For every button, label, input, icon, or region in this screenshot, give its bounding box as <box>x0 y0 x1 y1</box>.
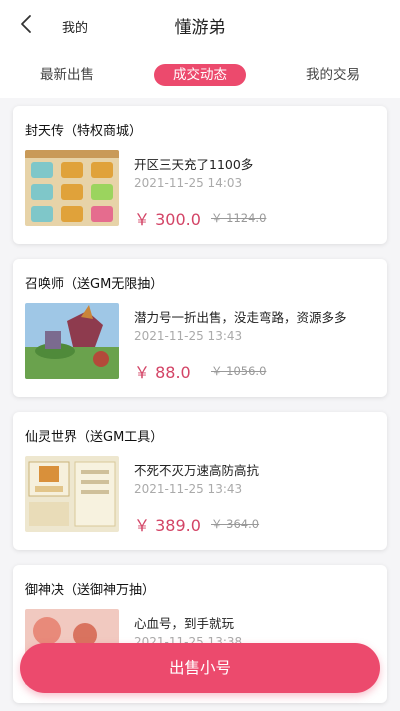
item-time: 2021-11-25 13:43 <box>134 329 243 343</box>
item-description: 开区三天充了1100多 <box>134 157 254 172</box>
item-title: 召唤师（送GM无限抽） <box>25 277 164 292</box>
item-price: ￥ 389.0 <box>134 516 201 535</box>
item-price: ￥ 88.0 <box>134 363 191 382</box>
list-item[interactable]: 仙灵世界（送GM工具） 不死不灭万速高防高抗 2021-11-25 13:43 … <box>13 412 387 550</box>
item-title: 御神决（送御神万抽） <box>25 583 156 598</box>
tab-bar: 最新出售 成交动态 我的交易 <box>0 50 400 98</box>
sell-account-button[interactable]: 出售小号 <box>20 643 380 693</box>
item-description: 潜力号一折出售，没走弯路，资源多多 <box>134 310 347 325</box>
item-description: 心血号，到手就玩 <box>134 616 235 631</box>
item-time: 2021-11-25 13:43 <box>134 482 243 496</box>
item-thumbnail <box>25 456 119 532</box>
item-original-price: ￥ 364.0 <box>211 517 260 531</box>
page-title: 懂游弟 <box>174 18 226 38</box>
tab-deal-updates[interactable]: 成交动态 <box>154 64 246 86</box>
header-bar: 我的 懂游弟 <box>0 0 400 50</box>
item-thumbnail <box>25 150 119 226</box>
list-item[interactable]: 封天传（特权商城） 开区三天充了1100多 2021-11-25 14:03 ￥… <box>13 106 387 244</box>
tab-latest-sale[interactable]: 最新出售 <box>36 64 98 86</box>
tab-my-trades[interactable]: 我的交易 <box>302 64 364 86</box>
item-title: 封天传（特权商城） <box>25 124 143 139</box>
list-item[interactable]: 召唤师（送GM无限抽） 潜力号一折出售，没走弯路，资源多多 2021-11-25… <box>13 259 387 397</box>
item-price: ￥ 300.0 <box>134 210 201 229</box>
item-description: 不死不灭万速高防高抗 <box>134 463 260 478</box>
item-original-price: ￥ 1056.0 <box>211 364 267 378</box>
item-thumbnail <box>25 303 119 379</box>
item-title: 仙灵世界（送GM工具） <box>25 430 164 445</box>
item-original-price: ￥ 1124.0 <box>211 211 267 225</box>
item-time: 2021-11-25 14:03 <box>134 176 243 190</box>
